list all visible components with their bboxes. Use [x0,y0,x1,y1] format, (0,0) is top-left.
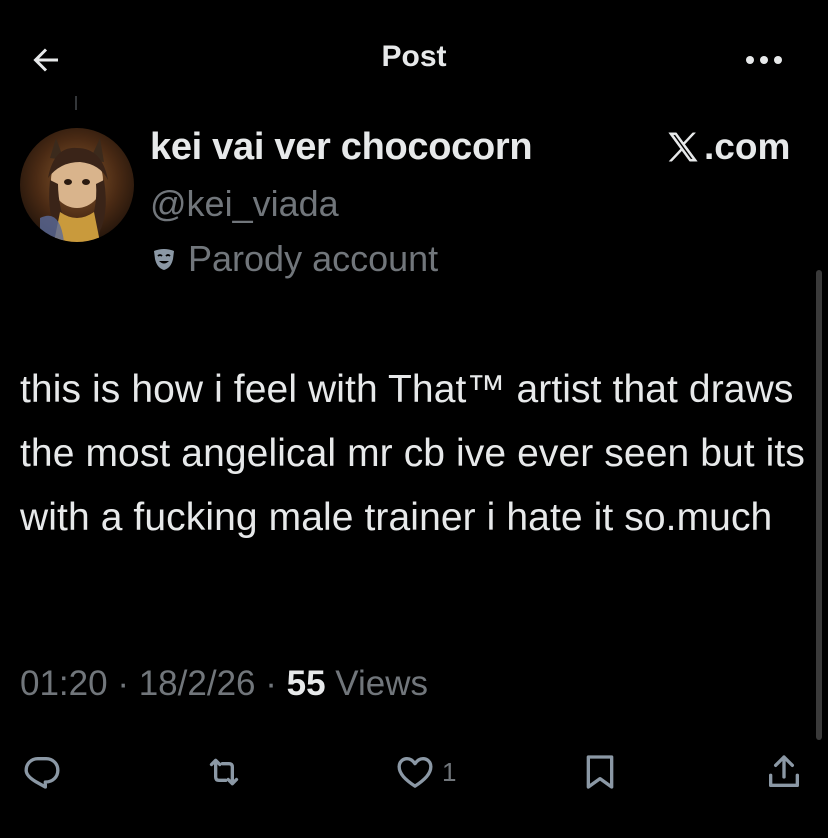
like-button[interactable]: 1 [394,742,456,802]
reply-button[interactable] [22,742,62,802]
x-logo-icon [668,132,698,162]
like-count: 1 [442,756,457,787]
tweet-meta: 01:20 · 18/2/26 · 55 Views [20,664,428,704]
meta-separator: · [117,664,129,703]
tweet-date[interactable]: 18/2/26 [139,664,256,703]
parody-mask-icon [150,245,178,273]
repost-button[interactable] [203,742,245,802]
views-label[interactable]: Views [335,664,428,703]
parody-label: Parody account [188,238,439,279]
watermark-text: .com [704,126,791,167]
repost-icon [209,758,239,786]
share-icon [769,755,799,787]
x-watermark: .com [664,126,790,168]
meta-separator: · [265,664,277,703]
author-display-name[interactable]: kei vai ver chococorn [150,126,533,169]
thread-connector-line [75,96,77,110]
reply-icon [24,757,60,789]
more-options-button[interactable] [736,42,792,78]
more-horizontal-icon [746,56,782,64]
author-handle[interactable]: @kei_viada [150,183,339,225]
bookmark-button[interactable] [580,742,620,802]
views-count[interactable]: 55 [287,664,326,703]
heart-icon [397,757,433,788]
avatar[interactable] [20,128,134,242]
avatar-image [20,128,134,242]
bookmark-icon [586,755,614,789]
tweet-time[interactable]: 01:20 [20,664,108,703]
action-bar: 1 [0,742,828,802]
tweet-text: this is how i feel with That™ artist tha… [20,368,805,539]
scrollbar[interactable] [816,270,822,740]
page-title: Post [381,40,447,73]
share-button[interactable] [764,742,804,802]
parody-badge: Parody account [150,238,438,280]
